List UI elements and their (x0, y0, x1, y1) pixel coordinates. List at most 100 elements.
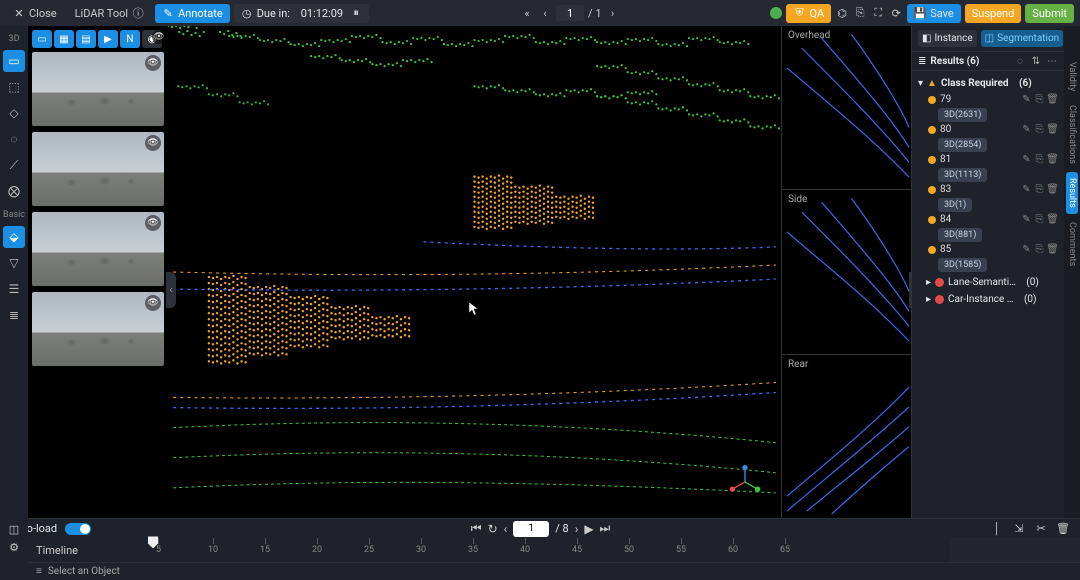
trash-icon[interactable]: 🗑 (1047, 244, 1058, 255)
close-button[interactable]: ✕ Close (6, 4, 64, 23)
thumb-tool-5[interactable]: N (120, 30, 140, 48)
rail-tab-validity[interactable]: Validity (1066, 56, 1078, 97)
tool-filter[interactable]: ▽ (3, 252, 25, 274)
camera-thumbnail[interactable]: 👁 (32, 292, 164, 366)
tool-layers[interactable]: ☰ (3, 278, 25, 300)
view-side[interactable]: Side › (782, 190, 911, 354)
tool-lasso[interactable]: ◌ (3, 128, 25, 150)
tool-settings[interactable]: ≣ (3, 304, 25, 326)
thumb-tool-3[interactable]: ▤ (76, 30, 96, 48)
tab-instance[interactable]: ◧ Instance (918, 30, 977, 47)
page-input[interactable] (556, 5, 584, 21)
tool-select[interactable]: ⬙ (3, 226, 25, 248)
frame-input[interactable] (513, 521, 549, 537)
edit-icon[interactable]: ✎ (1021, 244, 1032, 255)
timeline-collapse-icon[interactable]: ◫ (7, 522, 21, 536)
link-icon[interactable]: ⎘ (1034, 214, 1045, 225)
view-rear[interactable]: Rear (782, 355, 911, 518)
edit-icon[interactable]: ✎ (1021, 124, 1032, 135)
trash-icon[interactable]: 🗑 (1047, 124, 1058, 135)
cut-icon[interactable]: ✂ (1034, 522, 1048, 536)
info-icon[interactable]: ◌ (1014, 55, 1026, 67)
result-item[interactable]: 83 ✎ ⎘ 🗑 (918, 182, 1058, 197)
result-item[interactable]: 85 ✎ ⎘ 🗑 (918, 242, 1058, 257)
skip-back-icon[interactable]: ⏮ (471, 521, 482, 536)
section-class-required[interactable]: ▾ ▲ Class Required (6) (918, 75, 1058, 92)
edit-icon[interactable]: ✎ (1021, 214, 1032, 225)
qa-button[interactable]: ⛨ QA (786, 4, 831, 23)
link-icon[interactable]: ⎘ (1034, 124, 1045, 135)
link-icon[interactable]: ⎘ (1034, 154, 1045, 165)
result-item[interactable]: 80 ✎ ⎘ 🗑 (918, 122, 1058, 137)
timeline-settings-icon[interactable]: ⚙ (7, 540, 21, 554)
loop-icon[interactable]: ↻ (488, 522, 498, 536)
view-overhead[interactable]: Overhead (782, 26, 911, 190)
view-main-3d[interactable] (168, 26, 782, 518)
save-button[interactable]: 💾 Save (907, 4, 961, 23)
tool-cuboid[interactable]: ⬚ (3, 76, 25, 98)
delete-icon[interactable]: 🗑 (1056, 522, 1070, 536)
refresh-icon[interactable]: ⟳ (889, 6, 903, 20)
camera-thumbnail[interactable]: 👁 (32, 52, 164, 126)
result-group[interactable]: ▸ Lane-Semanti… (0) (912, 274, 1064, 291)
tool-remove[interactable]: ⨂ (3, 180, 25, 202)
thumb-tool-4[interactable]: ▶ (98, 30, 118, 48)
collapse-thumbnails-handle[interactable]: ‹ (166, 272, 176, 308)
thumbnails-visibility-toggle[interactable]: 👁 (152, 30, 166, 44)
trash-icon[interactable]: 🗑 (1047, 184, 1058, 195)
suspend-button[interactable]: Suspend (965, 4, 1022, 23)
link-icon[interactable]: ⎘ (1034, 244, 1045, 255)
thumb-tool-1[interactable]: ▭ (32, 30, 52, 48)
more-icon[interactable]: ⋯ (1046, 55, 1058, 67)
result-item[interactable]: 81 ✎ ⎘ 🗑 (918, 152, 1058, 167)
first-page-icon[interactable]: « (520, 6, 534, 20)
tool-brush[interactable]: ⟋ (3, 154, 25, 176)
menu-icon[interactable]: ≡ (36, 566, 42, 577)
info-icon[interactable]: ⓘ (132, 7, 144, 19)
tool-pointer[interactable]: ▭ (3, 50, 25, 72)
split-icon[interactable]: ⇲ (1012, 522, 1026, 536)
trash-icon[interactable]: 🗑 (1047, 214, 1058, 225)
play-icon[interactable]: ▶ (584, 522, 593, 536)
link-icon[interactable]: ⎘ (1034, 94, 1045, 105)
skip-forward-icon[interactable]: ⏭ (600, 521, 611, 536)
collapse-sideviews-handle[interactable]: › (909, 272, 911, 308)
tab-segmentation[interactable]: ◫ Segmentation (981, 30, 1064, 47)
pause-icon[interactable]: ⏸ (350, 7, 362, 19)
rail-tab-classifications[interactable]: Classifications (1066, 99, 1078, 170)
camera-thumbnail[interactable]: 👁 (32, 132, 164, 206)
link-icon[interactable]: ⎘ (1034, 184, 1045, 195)
sort-icon[interactable]: ⇅ (1030, 55, 1042, 67)
tool-polygon[interactable]: ◇ (3, 102, 25, 124)
result-group[interactable]: ▸ Car-Instance … (0) (912, 291, 1064, 308)
annotate-button[interactable]: ✎ Annotate (155, 4, 230, 23)
next-page-icon[interactable]: › (606, 6, 620, 20)
timeline-ruler[interactable]: 5101520253035404550556065 (136, 538, 1070, 562)
result-sub: 3D(1113) (938, 168, 987, 182)
bug-icon[interactable]: ⌬ (835, 6, 849, 20)
fullscreen-icon[interactable]: ⛶ (871, 6, 885, 20)
rail-tab-comments[interactable]: Comments (1066, 216, 1078, 272)
trash-icon[interactable]: 🗑 (1047, 154, 1058, 165)
trash-icon[interactable]: 🗑 (1047, 94, 1058, 105)
help-icon[interactable]: ⎘ (853, 6, 867, 20)
thumb-tool-2[interactable]: ▦ (54, 30, 74, 48)
prev-page-icon[interactable]: ‹ (538, 6, 552, 20)
select-object-label[interactable]: Select an Object (48, 566, 120, 577)
edit-icon[interactable]: ✎ (1021, 94, 1032, 105)
prev-frame-icon[interactable]: ‹ (504, 522, 508, 536)
result-item[interactable]: 84 ✎ ⎘ 🗑 (918, 212, 1058, 227)
eye-icon[interactable]: 👁 (145, 215, 161, 231)
eye-icon[interactable]: 👁 (145, 55, 161, 71)
eye-icon[interactable]: 👁 (145, 295, 161, 311)
edit-icon[interactable]: ✎ (1021, 154, 1032, 165)
submit-button[interactable]: Submit (1025, 4, 1074, 23)
autoload-toggle[interactable] (65, 523, 91, 535)
next-frame-icon[interactable]: › (575, 522, 579, 536)
rail-tab-results[interactable]: Results (1066, 172, 1078, 214)
camera-thumbnail[interactable]: 👁 (32, 212, 164, 286)
edit-icon[interactable]: ✎ (1021, 184, 1032, 195)
result-item[interactable]: 79 ✎ ⎘ 🗑 (918, 92, 1058, 107)
color-dot (928, 156, 936, 164)
eye-icon[interactable]: 👁 (145, 135, 161, 151)
